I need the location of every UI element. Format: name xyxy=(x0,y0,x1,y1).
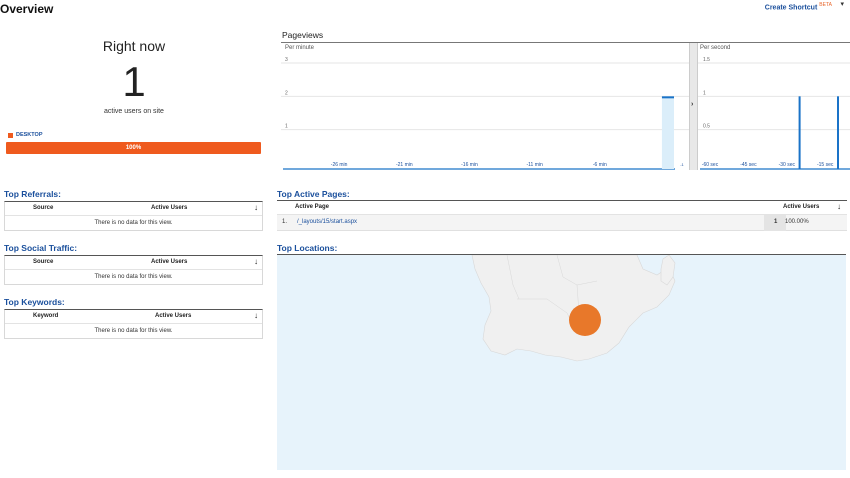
right-now-title: Right now xyxy=(102,38,166,54)
col-active-page[interactable]: Active Page xyxy=(295,204,329,210)
x-tick-label: -60 sec xyxy=(702,162,719,168)
col-active-users[interactable]: Active Users xyxy=(151,259,187,265)
table-header: Source Active Users ↓ xyxy=(5,256,262,270)
per-minute-chart: 3 2 1 -26 min -21 min -16 min -11 min -6 min -1 xyxy=(281,57,689,170)
africa-landmass xyxy=(471,255,676,362)
top-keywords-table: Keyword Active Users ↓ There is no data … xyxy=(4,309,263,339)
col-active-users[interactable]: Active Users xyxy=(783,204,819,210)
sort-arrow-icon[interactable]: ↓ xyxy=(837,202,841,211)
create-shortcut-label[interactable]: Create Shortcut xyxy=(765,4,818,11)
world-map xyxy=(471,255,676,362)
chevron-down-icon[interactable]: ▾ xyxy=(840,0,844,8)
y-tick-label: 3 xyxy=(285,57,288,63)
x-tick-label: -1 xyxy=(680,162,684,167)
y-tick-label: 2 xyxy=(285,90,288,96)
per-second-chart: 1.5 1 0.5 -60 sec -45 sec -30 sec -15 sec xyxy=(698,57,850,170)
top-keywords-title: Top Keywords: xyxy=(4,297,65,307)
sort-arrow-icon[interactable]: ↓ xyxy=(254,311,258,320)
per-minute-label: Per minute xyxy=(285,45,315,51)
col-active-users[interactable]: Active Users xyxy=(151,205,187,211)
active-users-value: 1 xyxy=(774,219,778,225)
top-referrals-title: Top Referrals: xyxy=(4,189,61,199)
table-header: Keyword Active Users ↓ xyxy=(5,310,262,324)
bar-top xyxy=(661,96,674,99)
per-second-label: Per second xyxy=(700,45,731,51)
device-legend-label: DESKTOP xyxy=(16,132,43,138)
x-tick-label: -30 sec xyxy=(779,162,796,168)
col-source[interactable]: Source xyxy=(33,205,53,211)
empty-message: There is no data for this view. xyxy=(94,328,173,334)
table-row: 1. /_layouts/15/start.aspx 1 100.00% xyxy=(277,215,847,231)
y-tick-label: 1.5 xyxy=(703,57,710,63)
row-index: 1. xyxy=(282,219,288,225)
y-tick-label: 1 xyxy=(285,124,288,130)
x-tick-label: -15 sec xyxy=(817,162,834,168)
bar xyxy=(661,96,674,169)
bar xyxy=(798,96,801,169)
table-header: Active Page Active Users ↓ xyxy=(277,201,847,215)
legend-swatch xyxy=(8,132,13,138)
device-legend: DESKTOP xyxy=(8,132,43,138)
col-source[interactable]: Source xyxy=(33,259,53,265)
x-tick-label: -11 min xyxy=(526,162,543,168)
beta-badge: BETA xyxy=(819,2,832,8)
active-users-label: active users on site xyxy=(104,108,164,115)
pageviews-title: Pageviews xyxy=(282,30,324,40)
active-page-link[interactable]: /_layouts/15/start.aspx xyxy=(297,219,357,225)
active-users-count: 1 xyxy=(122,58,146,105)
page-title: Overview xyxy=(0,2,54,16)
y-tick-label: 1 xyxy=(703,90,706,96)
empty-message: There is no data for this view. xyxy=(94,274,173,280)
create-shortcut-link[interactable]: Create Shortcut BETA xyxy=(765,2,832,11)
x-tick-label: -21 min xyxy=(396,162,413,168)
top-social-title: Top Social Traffic: xyxy=(4,243,78,253)
top-social-table: Source Active Users ↓ There is no data f… xyxy=(4,255,263,285)
x-tick-label: -26 min xyxy=(331,162,348,168)
table-header: Source Active Users ↓ xyxy=(5,202,262,216)
col-keyword[interactable]: Keyword xyxy=(33,313,58,319)
top-active-pages-table: Active Page Active Users ↓ 1. /_layouts/… xyxy=(277,200,847,231)
x-tick-label: -16 min xyxy=(461,162,478,168)
top-locations-title: Top Locations: xyxy=(277,243,338,253)
top-referrals-table: Source Active Users ↓ There is no data f… xyxy=(4,201,263,231)
x-tick-label: -6 min xyxy=(593,162,607,168)
locations-map[interactable] xyxy=(277,254,846,470)
active-users-percent: 100.00% xyxy=(785,219,809,225)
empty-message: There is no data for this view. xyxy=(94,220,173,226)
location-marker[interactable] xyxy=(569,304,601,336)
bar xyxy=(837,96,839,169)
top-active-pages-title: Top Active Pages: xyxy=(277,189,350,199)
col-active-users[interactable]: Active Users xyxy=(155,313,191,319)
sort-arrow-icon[interactable]: ↓ xyxy=(254,257,258,266)
chevron-right-icon[interactable]: › xyxy=(691,101,693,108)
device-share-bar: 100% xyxy=(6,142,261,154)
sort-arrow-icon[interactable]: ↓ xyxy=(254,203,258,212)
y-tick-label: 0.5 xyxy=(703,124,710,130)
x-tick-label: -45 sec xyxy=(740,162,757,168)
